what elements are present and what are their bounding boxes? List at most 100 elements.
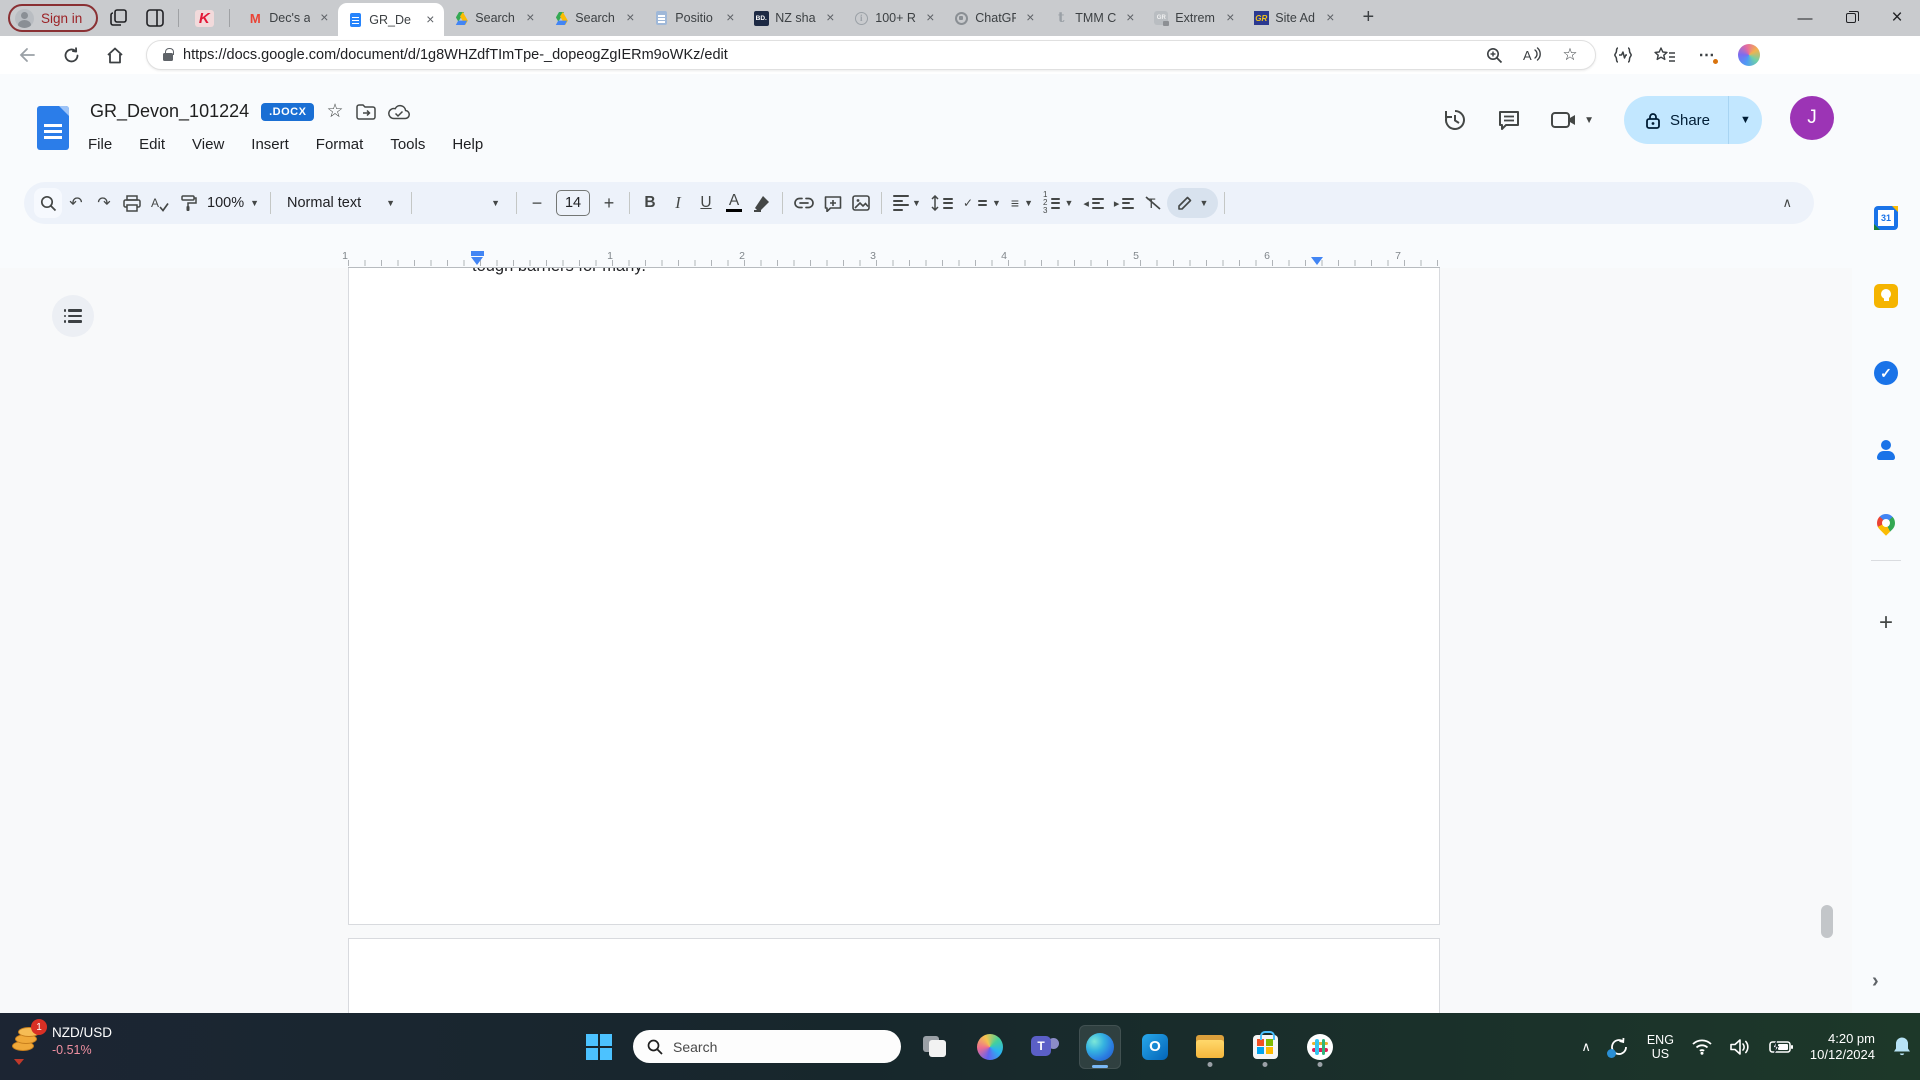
- text-color-button[interactable]: A: [720, 188, 748, 218]
- increase-indent-icon[interactable]: ▸: [1109, 188, 1140, 218]
- url-text[interactable]: https://docs.google.com/document/d/1g8WH…: [183, 47, 1471, 63]
- tab-close-icon[interactable]: ×: [822, 10, 838, 26]
- line-spacing-icon[interactable]: [926, 188, 958, 218]
- tab-close-icon[interactable]: ×: [1122, 10, 1138, 26]
- volume-icon[interactable]: [1730, 1038, 1752, 1056]
- paint-format-icon[interactable]: [174, 188, 202, 218]
- tab-extreme[interactable]: GR Extrem ×: [1144, 0, 1244, 36]
- bulleted-list-select[interactable]: ≡ ▼: [1006, 188, 1038, 218]
- document-page-1[interactable]: [348, 268, 1440, 925]
- file-explorer-button[interactable]: [1189, 1025, 1231, 1069]
- calendar-icon[interactable]: 31: [1872, 204, 1900, 232]
- browser-signin-button[interactable]: Sign in: [8, 4, 99, 32]
- tab-site-admin[interactable]: GR Site Ad ×: [1244, 0, 1344, 36]
- browser-essentials-icon[interactable]: [1610, 42, 1636, 68]
- font-size-input[interactable]: 14: [551, 188, 595, 218]
- share-button[interactable]: Share ▼: [1623, 96, 1762, 144]
- menu-file[interactable]: File: [88, 136, 112, 153]
- editing-mode-select[interactable]: ▼: [1167, 188, 1219, 218]
- url-field[interactable]: https://docs.google.com/document/d/1g8WH…: [146, 40, 1596, 70]
- keep-icon[interactable]: [1872, 282, 1900, 310]
- market-widget[interactable]: 1 NZD/USD -0.51%: [10, 1019, 112, 1065]
- toolbar-search-icon[interactable]: [34, 188, 62, 218]
- tab-close-icon[interactable]: ×: [422, 11, 438, 28]
- menu-insert[interactable]: Insert: [251, 136, 289, 153]
- home-icon[interactable]: [98, 40, 132, 70]
- checklist-select[interactable]: ✓ ▼: [958, 188, 1006, 218]
- tab-close-icon[interactable]: ×: [1322, 10, 1338, 26]
- tab-close-icon[interactable]: ×: [922, 10, 938, 26]
- underline-button[interactable]: U: [692, 188, 720, 218]
- clear-formatting-icon[interactable]: T: [1139, 188, 1167, 218]
- copilot-taskbar-button[interactable]: [969, 1025, 1011, 1069]
- menu-help[interactable]: Help: [452, 136, 483, 153]
- tab-close-icon[interactable]: ×: [1222, 10, 1238, 26]
- contacts-icon[interactable]: [1872, 436, 1900, 464]
- workspaces-icon[interactable]: [140, 3, 170, 33]
- menu-tools[interactable]: Tools: [390, 136, 425, 153]
- tab-100-plus[interactable]: i 100+ R ×: [844, 0, 944, 36]
- outlook-button[interactable]: O: [1134, 1025, 1176, 1069]
- get-addons-button[interactable]: +: [1872, 609, 1900, 637]
- show-outline-button[interactable]: [52, 295, 94, 337]
- settings-more-icon[interactable]: ⋯: [1694, 42, 1720, 68]
- task-view-button[interactable]: [914, 1025, 956, 1069]
- paragraph-style-select[interactable]: Normal text ▼: [277, 188, 405, 218]
- language-indicator[interactable]: ENG US: [1647, 1033, 1674, 1061]
- menu-view[interactable]: View: [192, 136, 224, 153]
- next-page-chevron[interactable]: ›: [1872, 970, 1879, 993]
- read-aloud-icon[interactable]: A: [1517, 42, 1547, 68]
- zoom-in-icon[interactable]: [1479, 42, 1509, 68]
- tab-drive-search-2[interactable]: Search ×: [544, 0, 644, 36]
- tab-tmm[interactable]: t TMM C ×: [1044, 0, 1144, 36]
- start-button[interactable]: [578, 1025, 620, 1069]
- copilot-icon[interactable]: [1736, 42, 1762, 68]
- edge-button-active[interactable]: [1079, 1024, 1121, 1069]
- tab-close-icon[interactable]: ×: [1022, 10, 1038, 26]
- horizontal-ruler[interactable]: 1 1 2 3 4 5 6 7: [0, 250, 1852, 268]
- vertical-scrollbar[interactable]: [1821, 905, 1833, 938]
- pinned-tab-kmart[interactable]: K: [187, 3, 221, 33]
- hidden-icons-chevron[interactable]: ∧: [1581, 1039, 1591, 1055]
- add-comment-icon[interactable]: [819, 188, 847, 218]
- star-document-icon[interactable]: ☆: [326, 100, 343, 123]
- increase-font-size-button[interactable]: +: [595, 188, 623, 218]
- taskbar-search-box[interactable]: Search: [633, 1030, 901, 1063]
- refresh-icon[interactable]: [54, 40, 88, 70]
- insert-link-icon[interactable]: [789, 188, 819, 218]
- decrease-indent-icon[interactable]: ◂: [1078, 188, 1109, 218]
- new-tab-button[interactable]: +: [1354, 4, 1382, 32]
- menu-format[interactable]: Format: [316, 136, 364, 153]
- spellcheck-icon[interactable]: A: [146, 188, 174, 218]
- maps-icon[interactable]: [1872, 510, 1900, 540]
- move-folder-icon[interactable]: [355, 103, 376, 120]
- sync-icon[interactable]: [1606, 1036, 1630, 1058]
- font-family-select[interactable]: ▼: [418, 188, 510, 218]
- redo-icon[interactable]: ↷: [90, 188, 118, 218]
- slack-button[interactable]: [1299, 1025, 1341, 1069]
- undo-icon[interactable]: ↶: [62, 188, 90, 218]
- window-minimize-button[interactable]: —: [1782, 0, 1828, 36]
- comments-icon[interactable]: [1497, 108, 1521, 132]
- window-close-button[interactable]: ×: [1874, 0, 1920, 36]
- bold-button[interactable]: B: [636, 188, 664, 218]
- window-restore-button[interactable]: [1828, 0, 1874, 36]
- teams-button[interactable]: T: [1024, 1025, 1066, 1069]
- tab-position-doc[interactable]: Positio ×: [644, 0, 744, 36]
- share-dropdown[interactable]: ▼: [1728, 96, 1762, 144]
- version-history-icon[interactable]: [1443, 108, 1467, 132]
- tab-close-icon[interactable]: ×: [722, 10, 738, 26]
- tab-nz-shares[interactable]: BD. NZ sha ×: [744, 0, 844, 36]
- zoom-select[interactable]: 100% ▼: [202, 188, 264, 218]
- insert-image-icon[interactable]: [847, 188, 875, 218]
- tab-close-icon[interactable]: ×: [622, 10, 638, 26]
- tab-chatgpt[interactable]: ChatGP ×: [944, 0, 1044, 36]
- tab-close-icon[interactable]: ×: [316, 10, 332, 26]
- meet-video-icon[interactable]: ▼: [1551, 110, 1594, 130]
- hide-menus-icon[interactable]: ∧: [1770, 195, 1804, 211]
- document-title[interactable]: GR_Devon_101224: [90, 101, 249, 122]
- clock-date[interactable]: 4:20 pm 10/12/2024: [1810, 1031, 1875, 1063]
- tab-close-icon[interactable]: ×: [522, 10, 538, 26]
- notifications-bell-icon[interactable]: [1892, 1036, 1912, 1057]
- microsoft-store-button[interactable]: [1244, 1025, 1286, 1069]
